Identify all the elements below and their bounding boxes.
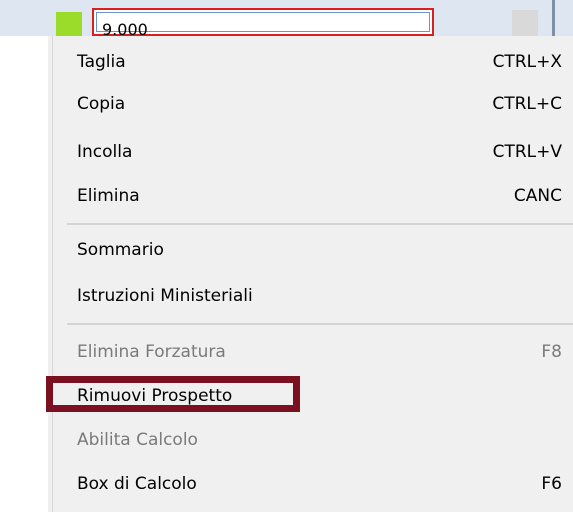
annotation-highlight-box — [46, 376, 300, 412]
background-corner — [0, 0, 48, 36]
menu-separator — [67, 223, 573, 225]
background-window-edge — [552, 0, 555, 36]
menu-item-sommario[interactable]: Sommario — [53, 230, 573, 270]
menu-item-incolla[interactable]: Incolla CTRL+V — [53, 132, 573, 172]
context-menu: Taglia CTRL+X Copia CTRL+C Incolla CTRL+… — [52, 36, 573, 512]
status-indicator — [56, 12, 82, 36]
menu-item-elimina-forzatura[interactable]: Elimina Forzatura F8 — [53, 332, 573, 372]
screen: 9.000 Taglia CTRL+X Copia CTRL+C Incolla… — [0, 0, 573, 512]
menu-item-shortcut: CANC — [513, 186, 562, 206]
menu-item-label: Istruzioni Ministeriali — [77, 286, 253, 306]
menu-item-shortcut: CTRL+X — [492, 52, 562, 72]
menu-item-copia[interactable]: Copia CTRL+C — [53, 84, 573, 124]
value-field[interactable]: 9.000 — [92, 8, 434, 38]
background-left-pane — [0, 0, 48, 512]
menu-item-label: Sommario — [77, 240, 164, 260]
menu-item-taglia[interactable]: Taglia CTRL+X — [53, 42, 573, 82]
menu-item-label: Abilita Calcolo — [77, 430, 198, 450]
menu-separator — [67, 323, 573, 325]
background-scroll-thumb[interactable] — [512, 10, 538, 36]
menu-item-label: Incolla — [77, 142, 133, 162]
menu-item-shortcut: CTRL+C — [492, 94, 562, 114]
menu-item-label: Elimina Forzatura — [77, 342, 226, 362]
menu-item-label: Box di Calcolo — [77, 474, 197, 494]
menu-item-shortcut: F8 — [541, 342, 562, 362]
menu-item-shortcut: F6 — [541, 474, 562, 494]
menu-item-label: Elimina — [77, 186, 140, 206]
menu-item-shortcut: CTRL+V — [492, 142, 562, 162]
menu-item-box-di-calcolo[interactable]: Box di Calcolo F6 — [53, 464, 573, 504]
menu-item-label: Taglia — [77, 52, 126, 72]
menu-item-istruzioni-ministeriali[interactable]: Istruzioni Ministeriali — [53, 276, 573, 316]
menu-item-label: Copia — [77, 94, 126, 114]
menu-item-abilita-calcolo[interactable]: Abilita Calcolo — [53, 420, 573, 460]
menu-item-elimina[interactable]: Elimina CANC — [53, 176, 573, 216]
